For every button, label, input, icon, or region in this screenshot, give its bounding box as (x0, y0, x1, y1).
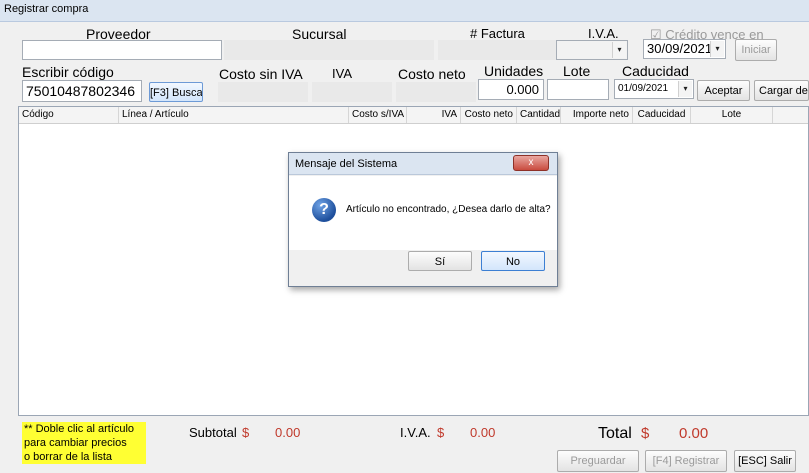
chevron-down-icon: ▾ (612, 42, 626, 58)
cargar-button[interactable]: Cargar de br (754, 80, 809, 101)
no-button[interactable]: No (481, 251, 545, 271)
hint-note: ** Doble clic al artículo para cambiar p… (22, 422, 146, 464)
registrar-button[interactable]: [F4] Registrar (645, 450, 727, 472)
credito-date: 30/09/2021 (647, 41, 713, 56)
sucursal-input[interactable] (224, 40, 434, 60)
window-titlebar: Registrar compra (0, 0, 809, 22)
hint-line-1: ** Doble clic al artículo (24, 423, 135, 435)
window-title: Registrar compra (4, 3, 89, 15)
chevron-down-icon: ▾ (710, 41, 724, 57)
preguardar-button[interactable]: Preguardar (557, 450, 639, 472)
iniciar-button[interactable]: Iniciar (735, 39, 777, 61)
iva-header-label: I.V.A. (588, 26, 619, 41)
hint-line-3: o borrar de la lista (24, 451, 113, 463)
col-importe-neto[interactable]: Importe neto (561, 107, 633, 123)
col-lote[interactable]: Lote (691, 107, 773, 123)
iva-total-label: I.V.A. (400, 425, 431, 440)
hint-line-2: para cambiar precios (24, 437, 127, 449)
col-cantidad[interactable]: Cantidad (517, 107, 561, 123)
lote-input[interactable] (547, 79, 609, 100)
salir-button[interactable]: [ESC] Salir (734, 450, 796, 472)
total-value: 0.00 (679, 425, 709, 442)
dialog-message: Artículo no encontrado, ¿Desea darlo de … (346, 204, 551, 215)
chevron-down-icon: ▾ (678, 81, 692, 97)
factura-input[interactable] (438, 40, 556, 60)
dialog-body: ? Artículo no encontrado, ¿Desea darlo d… (289, 176, 557, 250)
caducidad-date-picker[interactable]: 01/09/2021 ▾ (614, 79, 694, 99)
unidades-input[interactable]: 0.000 (478, 79, 544, 100)
col-codigo[interactable]: Código (19, 107, 119, 123)
subtotal-currency: $ (242, 425, 250, 440)
col-iva[interactable]: IVA (407, 107, 461, 123)
codigo-input[interactable]: 75010487802346 (22, 80, 142, 102)
buscar-button[interactable]: [F3] Buscar (149, 82, 203, 102)
unidades-label: Unidades (484, 63, 544, 79)
codigo-label: Escribir código (22, 64, 114, 80)
iva-entry-label: IVA (332, 66, 352, 81)
col-caducidad[interactable]: Caducidad (633, 107, 691, 123)
credito-date-picker[interactable]: 30/09/2021 ▾ (643, 39, 726, 59)
iva-total-currency: $ (437, 425, 445, 440)
costo-neto-input[interactable] (396, 82, 476, 102)
system-message-dialog: Mensaje del Sistema x ? Artículo no enco… (288, 152, 558, 287)
iva-select[interactable]: ▾ (556, 40, 628, 60)
question-icon: ? (312, 198, 336, 222)
dialog-titlebar: Mensaje del Sistema x (289, 153, 557, 175)
yes-button[interactable]: Sí (408, 251, 472, 271)
col-costo-neto[interactable]: Costo neto (461, 107, 517, 123)
close-icon[interactable]: x (513, 155, 549, 171)
costo-sin-iva-label: Costo sin IVA (219, 66, 303, 82)
proveedor-input[interactable] (22, 40, 222, 60)
iva-total-value: 0.00 (470, 425, 496, 440)
total-currency: $ (641, 425, 650, 442)
subtotal-value: 0.00 (275, 425, 301, 440)
aceptar-button[interactable]: Aceptar (697, 80, 750, 101)
col-costo-sin-iva[interactable]: Costo s/IVA (349, 107, 407, 123)
lote-label: Lote (563, 63, 591, 79)
dialog-title: Mensaje del Sistema (295, 158, 398, 170)
subtotal-label: Subtotal (189, 425, 237, 440)
caducidad-label: Caducidad (622, 63, 689, 79)
factura-label: # Factura (470, 26, 525, 41)
costo-neto-label: Costo neto (398, 66, 466, 82)
col-articulo[interactable]: Línea / Artículo (119, 107, 349, 123)
total-label: Total (598, 425, 632, 442)
caducidad-date: 01/09/2021 (618, 83, 669, 94)
iva-input[interactable] (312, 82, 392, 102)
costo-sin-iva-input[interactable] (218, 82, 308, 102)
grid-header: Código Línea / Artículo Costo s/IVA IVA … (19, 107, 808, 124)
